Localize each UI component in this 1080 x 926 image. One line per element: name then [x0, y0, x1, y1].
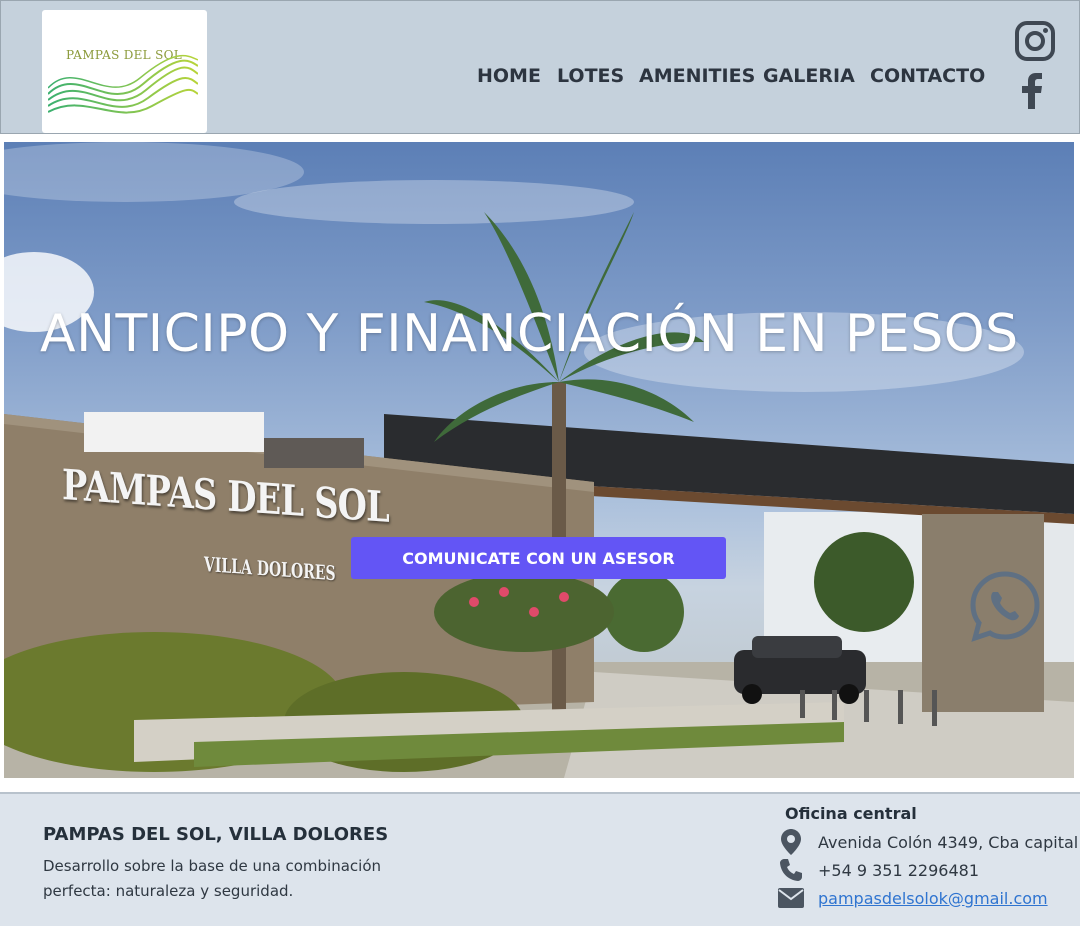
hero-banner: PAMPAS DEL SOL VILLA DOLORES ANTICIPO Y … — [4, 142, 1074, 778]
email-row: pampasdelsolok@gmail.com — [778, 884, 1048, 912]
nav-contacto[interactable]: CONTACTO — [870, 65, 985, 87]
hero-title: ANTICIPO Y FINANCIACIÓN EN PESOS — [40, 304, 1019, 364]
whatsapp-icon[interactable] — [969, 570, 1041, 642]
facebook-icon[interactable] — [1019, 73, 1045, 109]
instagram-icon[interactable] — [1015, 21, 1055, 61]
nav-galeria[interactable]: GALERIA — [763, 65, 855, 87]
office-email-link[interactable]: pampasdelsolok@gmail.com — [818, 889, 1048, 908]
mail-icon — [778, 885, 804, 911]
office-heading: Oficina central — [785, 804, 917, 823]
phone-icon — [778, 857, 804, 883]
address-row: Avenida Colón 4349, Cba capital — [778, 828, 1078, 856]
nav-lotes[interactable]: LOTES — [557, 65, 624, 87]
site-footer: PAMPAS DEL SOL, VILLA DOLORES Desarrollo… — [0, 792, 1080, 926]
footer-title: PAMPAS DEL SOL, VILLA DOLORES — [43, 824, 389, 845]
nav-amenities[interactable]: AMENITIES — [639, 65, 755, 87]
footer-description: Desarrollo sobre la base de una combinac… — [43, 857, 381, 900]
office-address: Avenida Colón 4349, Cba capital — [818, 832, 1079, 852]
contact-advisor-button[interactable]: COMUNICATE CON UN ASESOR — [351, 537, 726, 579]
location-pin-icon — [778, 829, 804, 855]
nav-home[interactable]: HOME — [477, 65, 541, 87]
main-nav: HOME LOTES AMENITIES GALERIA CONTACTO — [1, 65, 1079, 91]
office-phone[interactable]: +54 9 351 2296481 — [818, 861, 979, 880]
phone-row: +54 9 351 2296481 — [778, 856, 979, 884]
hero-background-image — [4, 142, 1074, 778]
site-header: PAMPAS DEL SOL HOME LOTES AMENITIES GALE… — [0, 0, 1080, 134]
